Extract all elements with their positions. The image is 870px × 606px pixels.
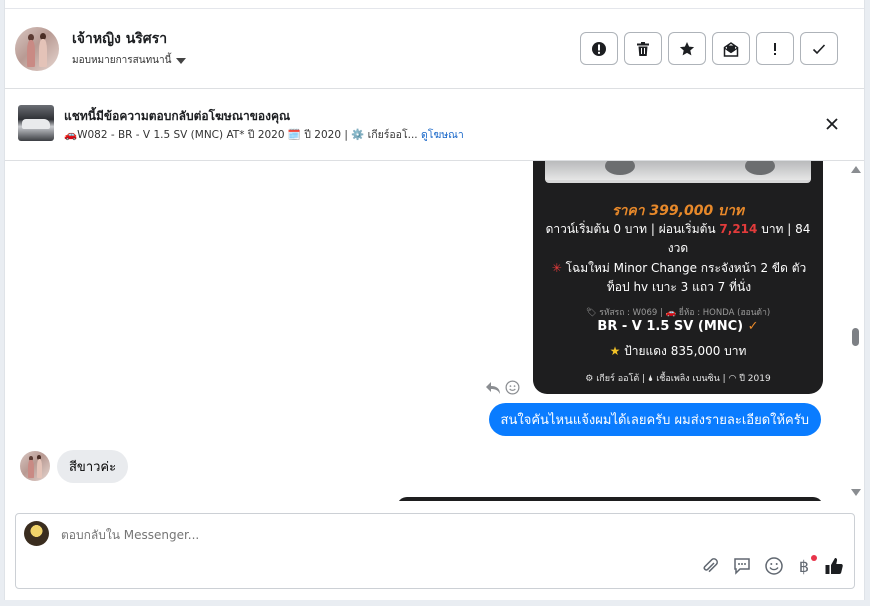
reply-composer: ฿ xyxy=(15,513,855,589)
assign-label: มอบหมายการสนทนานี้ xyxy=(72,55,172,66)
red-plate-price: ★ ป้ายแดง 835,000 บาท xyxy=(609,344,747,358)
chat-scrollbar[interactable] xyxy=(850,161,862,501)
react-emoji-icon[interactable] xyxy=(505,380,520,395)
asterisk-icon: ✳ xyxy=(551,261,562,275)
emoji-icon[interactable] xyxy=(764,556,784,576)
ad-details: 🚗W082 - BR - V 1.5 SV (MNC) AT* ปี 2020 … xyxy=(64,126,464,143)
scroll-up-icon[interactable] xyxy=(851,166,861,173)
ad-reply-banner: แชทนี้มีข้อความตอบกลับต่อโฆษณาของคุณ 🚗W0… xyxy=(5,90,864,161)
conversation-header: เจ้าหญิง นริศรา มอบหมายการสนทนานี้ xyxy=(5,9,864,89)
right-gutter xyxy=(865,0,870,606)
check-circle-icon: ✓ xyxy=(747,319,759,334)
page-avatar xyxy=(24,521,49,546)
car-price: ราคา 399,000 บาท xyxy=(611,203,745,219)
contact-name[interactable]: เจ้าหญิง นริศรา xyxy=(72,28,167,50)
assign-conversation-dropdown[interactable]: มอบหมายการสนทนานี้ xyxy=(72,53,187,68)
scroll-thumb[interactable] xyxy=(852,328,859,346)
header-actions xyxy=(580,32,838,65)
reply-icon[interactable] xyxy=(485,381,501,395)
incoming-message[interactable]: สีขาวค่ะ xyxy=(57,450,129,483)
composer-tools: ฿ xyxy=(700,554,844,576)
star-icon xyxy=(679,41,695,55)
star-icon: ★ xyxy=(609,344,621,358)
mark-unread-button[interactable] xyxy=(712,32,750,65)
mark-unread-icon xyxy=(723,41,739,57)
car-listing-card[interactable]: ราคา 399,000 บาท ดาวน์เริ่มต้น 0 บาท | ผ… xyxy=(533,161,823,394)
close-icon[interactable] xyxy=(822,114,842,134)
saved-reply-icon[interactable] xyxy=(732,556,752,576)
notification-dot xyxy=(811,554,817,561)
car-meta: 🏷 รหัสรถ : W069 | 🚗 ยี่ห้อ : HONDA (ฮอนด… xyxy=(585,308,771,318)
conversation-panel: เจ้าหญิง นริศรา มอบหมายการสนทนานี้ แชทนี… xyxy=(4,0,865,600)
follow-up-button[interactable] xyxy=(756,32,794,65)
car-specs: ⚙ เกียร์ ออโต้ | 🌢 เชื้อเพลิง เบนซิน | ◠… xyxy=(585,374,771,384)
trash-icon xyxy=(637,41,649,56)
ad-details-text: 🚗W082 - BR - V 1.5 SV (MNC) AT* ปี 2020 … xyxy=(64,129,418,141)
exclamation-icon xyxy=(774,42,776,55)
delete-button[interactable] xyxy=(624,32,662,65)
down-payment-info: ดาวน์เริ่มต้น 0 บาท | ผ่อนเริ่มต้น 7,214… xyxy=(545,222,811,255)
thumbs-up-icon[interactable] xyxy=(824,556,844,576)
check-icon xyxy=(812,43,826,54)
reply-input[interactable] xyxy=(61,528,761,542)
ad-thumbnail xyxy=(18,105,54,141)
car-model: BR - V 1.5 SV (MNC) ✓ xyxy=(597,319,759,334)
star-button[interactable] xyxy=(668,32,706,65)
ad-banner-title: แชทนี้มีข้อความตอบกลับต่อโฆษณาของคุณ xyxy=(64,109,291,123)
alert-circle-icon xyxy=(592,41,606,56)
scroll-down-icon[interactable] xyxy=(851,489,861,496)
view-ad-link[interactable]: ดูโฆษณา xyxy=(421,129,464,141)
attachment-icon[interactable] xyxy=(700,556,720,576)
message-list[interactable]: ราคา 399,000 บาท ดาวน์เริ่มต้น 0 บาท | ผ… xyxy=(5,161,864,501)
next-car-card-partial xyxy=(397,497,823,501)
caret-down-icon xyxy=(176,57,187,64)
outgoing-message[interactable]: สนใจคันไหนแจ้งผมได้เลยครับ ผมส่งรายละเอี… xyxy=(488,403,821,436)
car-photo xyxy=(545,161,811,183)
mark-spam-button[interactable] xyxy=(580,32,618,65)
baht-icon[interactable]: ฿ xyxy=(796,554,817,576)
car-feature: ✳ โฉมใหม่ Minor Change กระจังหน้า 2 ขีด … xyxy=(551,261,807,294)
contact-avatar-small xyxy=(20,451,50,481)
mark-done-button[interactable] xyxy=(800,32,838,65)
contact-avatar[interactable] xyxy=(15,27,59,71)
installment-amount: 7,214 xyxy=(719,222,758,236)
